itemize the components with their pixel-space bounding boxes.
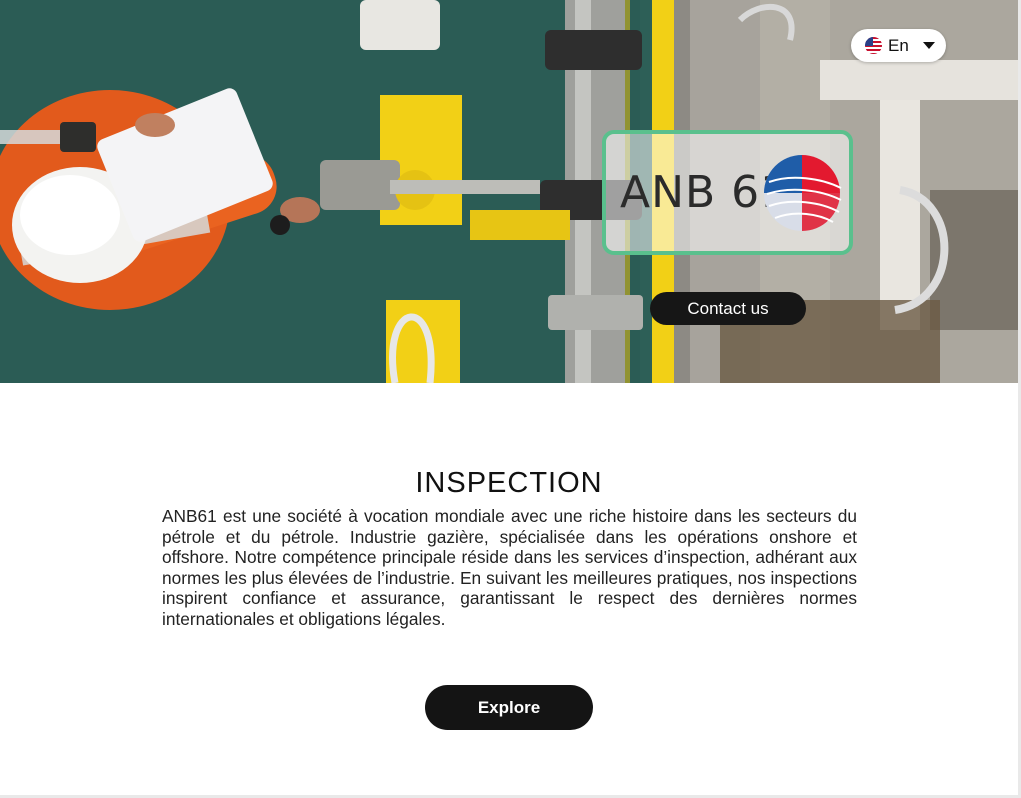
logo-globe-icon [764, 155, 842, 231]
company-logo: ANB 61 [602, 130, 853, 255]
language-selector[interactable]: En [851, 29, 946, 62]
contact-us-button[interactable]: Contact us [650, 292, 806, 325]
hero-banner: En ANB 61 Contact us [0, 0, 1018, 383]
explore-button[interactable]: Explore [425, 685, 593, 730]
us-flag-icon [865, 37, 882, 54]
section-description: ANB61 est une société à vocation mondial… [162, 506, 857, 629]
chevron-down-icon [922, 42, 935, 49]
section-title: INSPECTION [415, 467, 603, 500]
language-label: En [888, 35, 909, 55]
